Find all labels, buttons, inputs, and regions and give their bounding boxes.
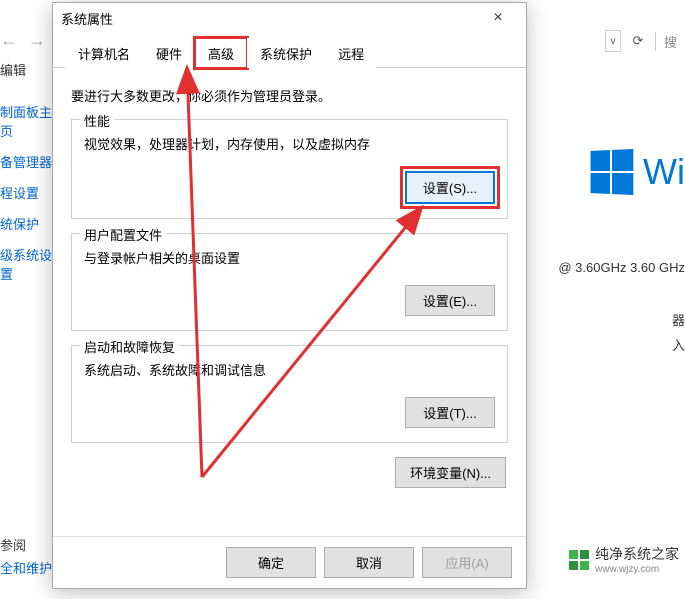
bg-text-1: 器	[672, 310, 685, 329]
sidebar-link-device-manager[interactable]: 备管理器	[0, 146, 55, 177]
startup-recovery-group-desc: 系统启动、系统故障和调试信息	[84, 360, 495, 379]
see-also-security[interactable]: 全和维护	[0, 554, 52, 581]
nav-back-icon[interactable]: ←	[0, 30, 18, 51]
see-also-label: 参阅	[0, 535, 52, 554]
performance-settings-button[interactable]: 设置(S)...	[405, 171, 495, 204]
dialog-tabs: 计算机名 硬件 高级 系统保护 远程	[53, 33, 526, 68]
search-input[interactable]: 搜	[655, 32, 685, 51]
cpu-frequency-text: @ 3.60GHz 3.60 GHz	[558, 260, 685, 275]
performance-group: 性能 视觉效果，处理器计划，内存使用，以及虚拟内存 设置(S)...	[71, 119, 508, 219]
ok-button[interactable]: 确定	[226, 547, 316, 578]
sidebar-link-remote-settings[interactable]: 程设置	[0, 177, 55, 208]
sidebar-link-control-panel[interactable]: 制面板主页	[0, 96, 55, 146]
tab-hardware[interactable]: 硬件	[143, 38, 195, 68]
apply-button: 应用(A)	[422, 547, 512, 578]
windows-logo-icon	[591, 149, 634, 195]
tab-system-protection[interactable]: 系统保护	[247, 38, 325, 68]
background-nav-right: v ⟳ 搜	[605, 30, 685, 52]
windows-text: Wi	[643, 151, 685, 193]
watermark-url: www.wjzy.com	[595, 564, 679, 575]
refresh-icon[interactable]: ⟳	[627, 30, 649, 52]
dialog-button-row: 确定 取消 应用(A)	[53, 536, 526, 588]
watermark: 纯净系统之家 www.wjzy.com	[569, 544, 679, 575]
close-icon[interactable]: ×	[478, 9, 518, 27]
background-windows-logo-area: Wi	[589, 150, 685, 194]
background-left-panel: ← → 编辑 制面板主页 备管理器 程设置 统保护 级系统设置 参阅 全和维护	[0, 30, 55, 289]
dialog-titlebar: 系统属性 ×	[53, 3, 526, 33]
address-dropdown-icon[interactable]: v	[605, 30, 621, 52]
user-profile-group: 用户配置文件 与登录帐户相关的桌面设置 设置(E)...	[71, 233, 508, 331]
user-profile-group-title: 用户配置文件	[80, 225, 166, 244]
admin-login-note: 要进行大多数更改，你必须作为管理员登录。	[71, 86, 508, 105]
watermark-text: 纯净系统之家	[595, 546, 679, 562]
tab-computer-name[interactable]: 计算机名	[65, 38, 143, 68]
startup-recovery-group-title: 启动和故障恢复	[80, 337, 179, 356]
user-profile-group-desc: 与登录帐户相关的桌面设置	[84, 248, 495, 267]
tab-advanced[interactable]: 高级	[195, 38, 247, 68]
startup-recovery-settings-button[interactable]: 设置(T)...	[405, 397, 495, 428]
user-profile-settings-button[interactable]: 设置(E)...	[405, 285, 495, 316]
dialog-content: 要进行大多数更改，你必须作为管理员登录。 性能 视觉效果，处理器计划，内存使用，…	[53, 68, 526, 536]
sidebar-link-system-protection[interactable]: 统保护	[0, 208, 55, 239]
startup-recovery-group: 启动和故障恢复 系统启动、系统故障和调试信息 设置(T)...	[71, 345, 508, 443]
edit-menu-label[interactable]: 编辑	[0, 57, 55, 82]
system-properties-dialog: 系统属性 × 计算机名 硬件 高级 系统保护 远程 要进行大多数更改，你必须作为…	[52, 2, 527, 589]
performance-group-desc: 视觉效果，处理器计划，内存使用，以及虚拟内存	[84, 134, 495, 153]
tab-remote[interactable]: 远程	[325, 38, 377, 68]
bg-text-2: 入	[672, 335, 685, 354]
sidebar-link-advanced-settings[interactable]: 级系统设置	[0, 239, 55, 289]
watermark-logo-icon	[569, 550, 589, 570]
nav-forward-icon: →	[28, 30, 46, 51]
cancel-button[interactable]: 取消	[324, 547, 414, 578]
dialog-title: 系统属性	[61, 9, 478, 28]
environment-variables-button[interactable]: 环境变量(N)...	[395, 457, 506, 488]
performance-group-title: 性能	[80, 111, 114, 130]
